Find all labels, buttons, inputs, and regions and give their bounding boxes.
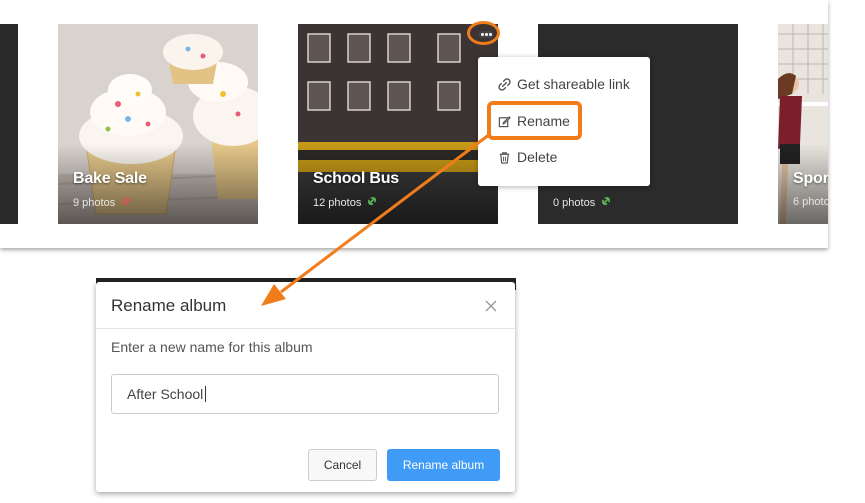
album-card-bake-sale[interactable]: Bake Sale 9 photos [58,24,258,224]
album-photo-count: 9 photos [73,196,131,209]
album-title: Spor [793,170,828,187]
album-photo-count: 12 photos [313,196,377,209]
menu-item-label: Get shareable link [517,76,630,92]
cancel-button[interactable]: Cancel [308,449,377,481]
photo-count-text: 6 photo [793,196,828,208]
photo-count-text: 9 photos [73,197,116,209]
rename-album-dialog: Rename album Enter a new name for this a… [96,282,515,492]
link-icon [498,78,511,91]
album-card-partial-left[interactable] [0,24,18,224]
dialog-divider [96,328,515,329]
text-caret [205,386,207,402]
photo-count-text: 12 photos [313,197,362,209]
dialog-title: Rename album [111,296,227,315]
menu-item-delete[interactable]: Delete [498,149,557,165]
album-title: Bake Sale [73,170,147,187]
rename-highlight [487,101,582,140]
link-icon [602,197,611,205]
menu-item-get-shareable-link[interactable]: Get shareable link [498,76,630,92]
album-strip: Bake Sale 9 photos School Bus 12 photos [0,0,828,248]
album-card-school-bus[interactable]: School Bus 12 photos [298,24,498,224]
photo-count-text: 0 photos [553,197,596,209]
album-name-input[interactable]: After School [111,374,499,414]
album-card-sports[interactable]: Spor 6 photo [778,24,828,224]
rename-album-button[interactable]: Rename album [387,449,500,481]
close-icon[interactable] [484,299,498,313]
dialog-prompt: Enter a new name for this album [111,339,313,355]
menu-item-label: Delete [517,149,558,165]
album-options-button[interactable] [467,21,500,45]
trash-icon [499,152,510,164]
more-icon [479,31,493,38]
album-photo-count: 6 photo [793,196,828,208]
link-icon [368,197,377,205]
album-name-value: After School [127,386,204,402]
link-icon [122,197,131,205]
album-title: School Bus [313,170,400,187]
album-photo-count: 0 photos [553,196,611,209]
